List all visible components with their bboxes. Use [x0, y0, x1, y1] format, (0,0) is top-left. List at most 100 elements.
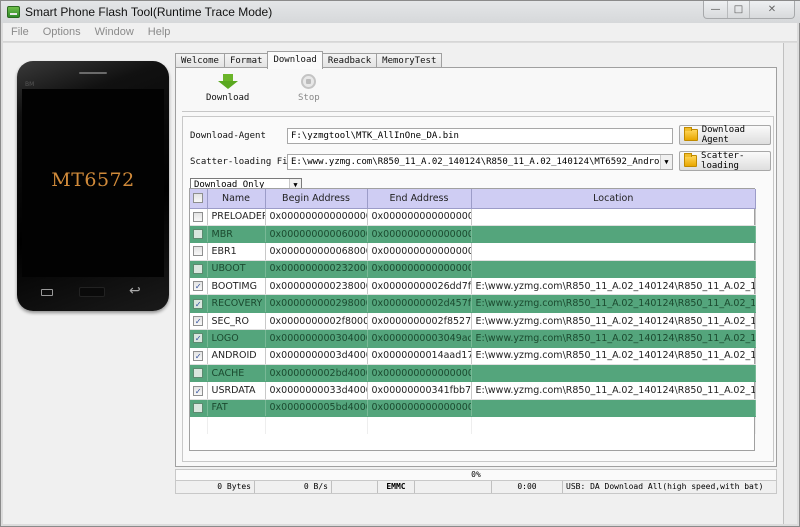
download-button[interactable]: Download — [206, 74, 249, 103]
menu-options[interactable]: Options — [43, 26, 81, 38]
back-key-icon: ↩ — [129, 283, 141, 299]
cell-begin-address: 0x000000002bd40000 — [265, 364, 368, 383]
row-checkbox[interactable]: ✓ — [190, 347, 208, 366]
table-row[interactable]: ✓BOOTIMG0x00000000023800000x00000000026d… — [190, 277, 756, 296]
row-checkbox[interactable]: ✓ — [190, 381, 208, 400]
row-checkbox[interactable] — [190, 225, 208, 244]
download-button-label: Download — [206, 93, 250, 103]
table-row[interactable]: PRELOADER0x00000000000000000x00000000000… — [190, 208, 756, 226]
status-empty — [415, 481, 492, 493]
cell-location — [471, 260, 756, 279]
table-row[interactable]: ✓USRDATA0x0000000033d400000x00000000341f… — [190, 381, 756, 400]
scatter-loading-button[interactable]: Scatter-loading — [679, 151, 771, 171]
table-row[interactable]: MBR0x00000000006000000x0000000000000000 — [190, 225, 756, 244]
phone-brand-label: BM — [25, 81, 35, 88]
row-checkbox[interactable]: ✓ — [190, 294, 208, 313]
row-checkbox[interactable] — [190, 242, 208, 261]
title-bar[interactable]: Smart Phone Flash Tool(Runtime Trace Mod… — [1, 1, 800, 23]
download-agent-label: Download-Agent — [190, 131, 266, 141]
row-checkbox[interactable]: ✓ — [190, 329, 208, 348]
row-checkbox[interactable]: ✓ — [190, 277, 208, 296]
tab-bar: Welcome Format Download Readback MemoryT… — [175, 51, 443, 69]
minimize-button[interactable]: — — [704, 1, 728, 18]
table-row[interactable]: ✓LOGO0x00000000030400000x0000000003049ad… — [190, 329, 756, 348]
phone-screen: MT6572 — [22, 89, 164, 277]
download-agent-field[interactable]: F:\yzmgtool\MTK_AllInOne_DA.bin — [287, 128, 673, 144]
chevron-down-icon[interactable]: ▼ — [660, 155, 672, 169]
cell-begin-address: 0x0000000002980000 — [265, 294, 368, 313]
row-checkbox[interactable] — [190, 364, 208, 383]
column-header-name[interactable]: Name — [207, 189, 266, 209]
row-checkbox[interactable] — [190, 208, 208, 226]
cell-name: EBR1 — [207, 242, 266, 261]
checkbox-checked-icon: ✓ — [193, 281, 204, 292]
tab-format[interactable]: Format — [223, 53, 269, 68]
cell-begin-address: 0x0000000003d40000 — [265, 347, 368, 366]
checkbox-icon — [193, 368, 204, 379]
menu-file[interactable]: File — [11, 26, 29, 38]
cell-end-address: 0x0000000003049adb — [367, 329, 472, 348]
tab-welcome[interactable]: Welcome — [175, 53, 225, 68]
close-icon: ✕ — [767, 4, 777, 15]
cell-location: E:\www.yzmg.com\R850_11_A.02_140124\R850… — [471, 277, 756, 296]
row-checkbox[interactable]: ✓ — [190, 312, 208, 331]
cell-begin-address: 0x000000005bd40000 — [265, 399, 368, 418]
stop-button[interactable]: Stop — [298, 74, 320, 103]
select-all-checkbox[interactable] — [190, 189, 208, 209]
cell-location — [471, 364, 756, 383]
menu-help[interactable]: Help — [148, 26, 171, 38]
window-controls: — □ ✕ — [703, 1, 795, 19]
maximize-icon: □ — [733, 4, 744, 15]
status-bytes: 0 Bytes — [176, 481, 255, 493]
cell-begin-address: 0x0000000000680000 — [265, 242, 368, 261]
cell-location: E:\www.yzmg.com\R850_11_A.02_140124\R850… — [471, 312, 756, 331]
table-row[interactable]: ✓ SEC_RO 0x0000000002f80000 0x0000000002f85… — [190, 312, 756, 331]
cell-begin-address: 0x0000000000600000 — [265, 225, 368, 244]
tab-download[interactable]: Download — [267, 51, 323, 69]
scatter-file-value: E:\www.yzmg.com\R850_11_A.02_140124\R850… — [291, 157, 672, 167]
cell-begin-address: 0x0000000002f80000 — [265, 312, 368, 331]
table-row[interactable]: CACHE0x000000002bd400000x000000000000000… — [190, 364, 756, 383]
progress-label: 0% — [471, 470, 481, 479]
table-row[interactable]: ✓RECOVERY0x00000000029800000x0000000002d… — [190, 294, 756, 313]
cell-end-address: 0x0000000000000000 — [367, 260, 472, 279]
table-row[interactable]: EBR10x00000000006800000x0000000000000000 — [190, 242, 756, 261]
tab-readback[interactable]: Readback — [321, 53, 378, 68]
menu-window[interactable]: Window — [95, 26, 134, 38]
table-row[interactable]: ✓ANDROID0x0000000003d400000x0000000014aa… — [190, 347, 756, 366]
table-empty-row — [190, 416, 756, 435]
cell-name: ANDROID — [207, 347, 266, 366]
toolbar: Download Stop — [182, 72, 770, 112]
scatter-file-combo[interactable]: E:\www.yzmg.com\R850_11_A.02_140124\R850… — [287, 154, 673, 170]
cell-begin-address: 0x0000000002320000 — [265, 260, 368, 279]
tab-memorytest[interactable]: MemoryTest — [376, 53, 443, 68]
cell-location: E:\www.yzmg.com\R850_11_A.02_140124\R850… — [471, 329, 756, 348]
table-row[interactable]: FAT0x000000005bd400000x0000000000000000 — [190, 399, 756, 418]
empty-cell — [367, 416, 472, 435]
table-row[interactable]: UBOOT0x00000000023200000x000000000000000… — [190, 260, 756, 279]
cell-end-address: 0x0000000000000000 — [367, 208, 472, 226]
column-header-begin-address[interactable]: Begin Address — [265, 189, 368, 209]
cell-begin-address: 0x0000000033d40000 — [265, 381, 368, 400]
window-title: Smart Phone Flash Tool(Runtime Trace Mod… — [25, 5, 273, 19]
maximize-button[interactable]: □ — [728, 1, 750, 18]
phone-speaker — [79, 72, 107, 74]
empty-cell — [265, 416, 368, 435]
download-agent-button[interactable]: Download Agent — [679, 125, 771, 145]
cell-end-address: 0x0000000000000000 — [367, 225, 472, 244]
phone-nav-bar: ↩ — [17, 281, 169, 307]
cell-begin-address: 0x0000000002380000 — [265, 277, 368, 296]
close-button[interactable]: ✕ — [750, 1, 794, 18]
phone-illustration: BM MT6572 ↩ — [17, 61, 169, 311]
column-header-location[interactable]: Location — [471, 189, 756, 209]
row-checkbox[interactable] — [190, 260, 208, 279]
status-usb-mode: USB: DA Download All(high speed,with bat… — [566, 482, 764, 491]
cell-name: PRELOADER — [207, 208, 266, 226]
column-header-end-address[interactable]: End Address — [367, 189, 472, 209]
checkbox-icon — [193, 229, 204, 240]
checkbox-checked-icon: ✓ — [193, 350, 204, 361]
progress-bar: 0% — [175, 469, 777, 481]
row-checkbox[interactable] — [190, 399, 208, 418]
cell-location: E:\www.yzmg.com\R850_11_A.02_140124\R850… — [471, 347, 756, 366]
checkbox-icon — [193, 193, 204, 204]
